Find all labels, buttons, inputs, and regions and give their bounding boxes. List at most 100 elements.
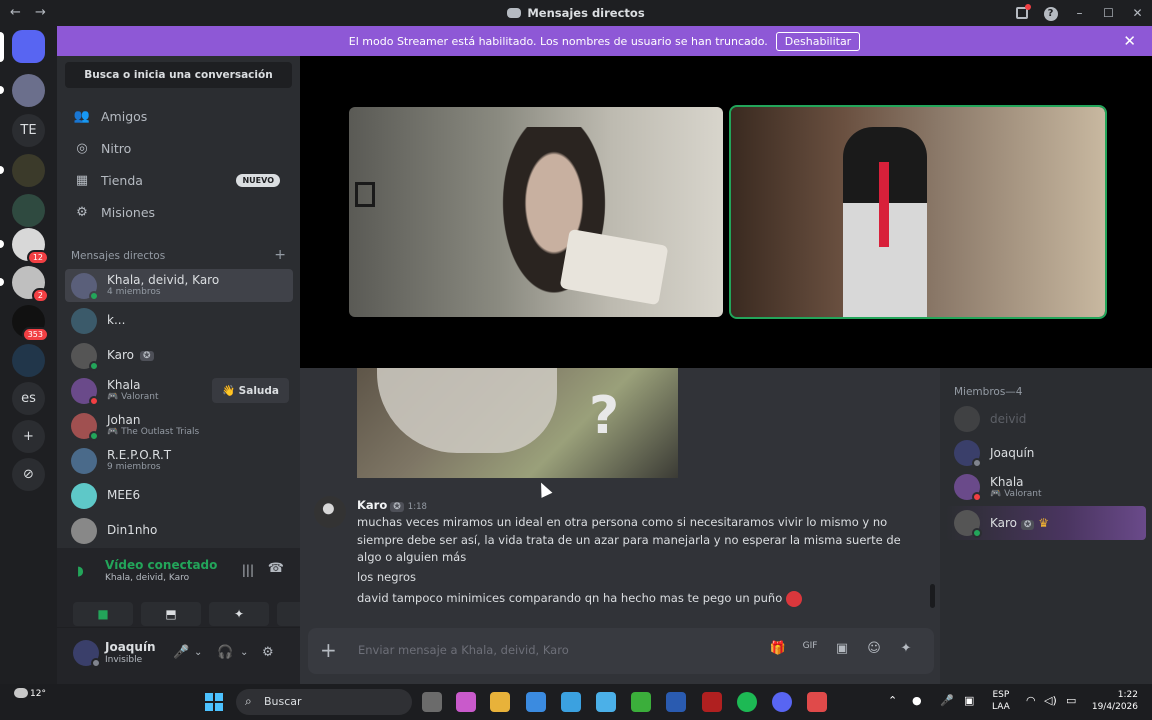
attach-plus-icon[interactable]: + bbox=[320, 638, 337, 662]
screen-share-button[interactable]: ⬒ bbox=[141, 602, 201, 626]
language-indicator[interactable]: ESP LAA bbox=[992, 689, 1010, 713]
activities-button[interactable]: ✦ bbox=[209, 602, 269, 626]
member-item[interactable]: Karo ✪ ♛ bbox=[946, 506, 1146, 540]
volume-icon[interactable]: ◁) bbox=[1044, 694, 1057, 707]
avatar[interactable] bbox=[314, 496, 346, 528]
spotify-icon[interactable] bbox=[737, 692, 757, 712]
nav-friends[interactable]: 👥 Amigos bbox=[65, 101, 292, 131]
message-input[interactable]: Enviar mensaje a Khala, deivid, Karo bbox=[358, 643, 569, 657]
author-name[interactable]: Karo bbox=[357, 498, 387, 512]
file-explorer-icon[interactable] bbox=[490, 692, 510, 712]
disconnect-icon[interactable]: ☎ bbox=[268, 561, 284, 576]
chevron-up-icon[interactable]: ⌃ bbox=[888, 694, 897, 707]
taskbar-search[interactable]: ⌕ Buscar bbox=[236, 689, 412, 715]
video-tile-speaking[interactable] bbox=[729, 105, 1107, 319]
dm-subtitle-text: 9 miembros bbox=[107, 461, 161, 472]
server-icon[interactable]: 12 bbox=[12, 228, 49, 265]
help-icon[interactable]: ? bbox=[1036, 5, 1065, 21]
emoji-icon[interactable]: ☺ bbox=[858, 641, 890, 656]
dm-subtitle-text: Valorant bbox=[121, 391, 159, 402]
microphone-tray-icon[interactable]: 🎤 bbox=[940, 694, 954, 707]
avatar[interactable] bbox=[73, 640, 101, 668]
create-dm-icon[interactable]: + bbox=[274, 248, 286, 262]
dm-item[interactable]: Khala, deivid, Karo 4 miembros bbox=[65, 269, 293, 302]
server-icon[interactable]: es bbox=[12, 382, 45, 415]
battery-icon[interactable]: ▭ bbox=[1066, 694, 1076, 707]
chevron-down-icon[interactable]: ⌄ bbox=[240, 647, 248, 658]
app-icon[interactable] bbox=[702, 692, 722, 712]
server-icon[interactable] bbox=[12, 154, 45, 187]
member-name: Karo ✪ ♛ bbox=[990, 516, 1049, 530]
settings-gear-icon[interactable]: ⚙ bbox=[262, 645, 274, 660]
video-tile[interactable] bbox=[349, 107, 723, 317]
nav-shop[interactable]: ▦ Tienda NUEVO bbox=[65, 165, 292, 195]
microphone-icon[interactable]: 🎤 bbox=[173, 645, 189, 660]
wifi-icon[interactable]: ◠ bbox=[1026, 694, 1036, 707]
store-icon[interactable] bbox=[561, 692, 581, 712]
username[interactable]: Joaquín bbox=[105, 640, 156, 654]
minimize-button[interactable]: – bbox=[1065, 6, 1094, 20]
tray-app-icon[interactable]: ● bbox=[912, 694, 922, 707]
discord-logo-icon bbox=[507, 8, 522, 18]
nav-label: Tienda bbox=[101, 172, 143, 188]
noise-suppression-icon[interactable]: ||| bbox=[242, 563, 254, 577]
edge-icon[interactable] bbox=[526, 692, 546, 712]
dm-item[interactable]: MEE6 bbox=[65, 479, 293, 512]
server-icon[interactable]: 353 bbox=[12, 305, 49, 342]
wave-button[interactable]: 👋 Saluda bbox=[211, 378, 289, 403]
server-icon[interactable] bbox=[12, 74, 45, 107]
message-composer[interactable]: + Enviar mensaje a Khala, deivid, Karo 🎁… bbox=[308, 628, 934, 674]
chevron-down-icon[interactable]: ⌄ bbox=[194, 647, 202, 658]
discord-icon[interactable] bbox=[772, 692, 792, 712]
nav-quests[interactable]: ⚙ Misiones bbox=[65, 197, 292, 227]
member-name-text: Joaquín bbox=[990, 446, 1035, 460]
avatar bbox=[71, 307, 97, 334]
sticker-icon[interactable]: ▣ bbox=[826, 641, 858, 656]
outlook-icon[interactable] bbox=[666, 692, 686, 712]
system-clock[interactable]: 1:22 19/4/2026 bbox=[1090, 689, 1138, 713]
inbox-icon[interactable] bbox=[1007, 4, 1036, 19]
discover-icon[interactable]: ⊘ bbox=[12, 458, 45, 491]
member-item[interactable]: deivid bbox=[946, 402, 1146, 436]
dm-item[interactable]: Johan 🎮 The Outlast Trials bbox=[65, 409, 293, 442]
member-item[interactable]: Khala 🎮 Valorant bbox=[946, 470, 1146, 504]
member-item[interactable]: Joaquín bbox=[946, 436, 1146, 470]
task-view-icon[interactable] bbox=[422, 692, 442, 712]
windows-start-icon[interactable] bbox=[205, 693, 223, 711]
close-window-button[interactable]: ✕ bbox=[1123, 6, 1152, 20]
voice-status[interactable]: Vídeo conectado bbox=[105, 558, 217, 572]
unread-indicator bbox=[0, 166, 4, 174]
nav-nitro[interactable]: ◎ Nitro bbox=[65, 133, 292, 163]
server-icon[interactable] bbox=[12, 344, 45, 377]
maximize-button[interactable]: ☐ bbox=[1094, 6, 1123, 20]
weather-widget[interactable]: 12° bbox=[14, 688, 46, 699]
vscode-icon[interactable] bbox=[596, 692, 616, 712]
dm-item[interactable]: R.E.P.O.R.T 9 miembros bbox=[65, 444, 293, 477]
headphones-icon[interactable]: 🎧 bbox=[217, 645, 233, 660]
server-icon[interactable] bbox=[12, 194, 45, 227]
camera-button[interactable]: ■ bbox=[73, 602, 133, 626]
tray-screen-icon[interactable]: ▣ bbox=[964, 694, 974, 707]
dm-item[interactable]: k... bbox=[65, 304, 293, 337]
chat-scrollbar[interactable] bbox=[930, 584, 935, 608]
banner-text: El modo Streamer está habilitado. Los no… bbox=[348, 34, 768, 48]
dm-item[interactable]: Khala 🎮 Valorant 👋 Saluda bbox=[65, 374, 293, 407]
apps-icon[interactable]: ✦ bbox=[890, 641, 922, 656]
gift-icon[interactable]: 🎁 bbox=[762, 641, 794, 656]
server-icon[interactable]: 2 bbox=[12, 266, 49, 303]
copilot-icon[interactable] bbox=[456, 692, 476, 712]
close-banner-icon[interactable]: ✕ bbox=[1123, 32, 1136, 50]
app-icon[interactable] bbox=[807, 692, 827, 712]
conversation-search[interactable]: Busca o inicia una conversación bbox=[65, 62, 292, 88]
server-icon[interactable]: TE bbox=[12, 114, 45, 147]
disable-streamer-button[interactable]: Deshabilitar bbox=[775, 31, 861, 51]
add-server-icon[interactable]: + bbox=[12, 420, 45, 453]
avatar bbox=[954, 510, 982, 538]
dm-item[interactable]: Din1nho bbox=[65, 514, 293, 547]
language-code: ESP bbox=[992, 690, 1010, 700]
direct-messages-home-icon[interactable] bbox=[12, 30, 45, 63]
gif-icon[interactable]: GIF bbox=[794, 641, 826, 656]
message-image[interactable]: ? bbox=[357, 368, 678, 478]
dm-item[interactable]: Karo ✪ bbox=[65, 339, 293, 372]
xbox-icon[interactable] bbox=[631, 692, 651, 712]
